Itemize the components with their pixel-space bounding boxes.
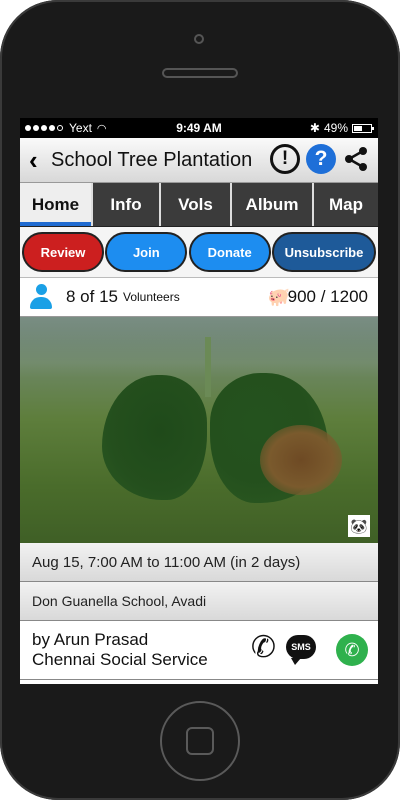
tab-home[interactable]: Home xyxy=(20,183,93,226)
donate-button[interactable]: Donate xyxy=(188,232,271,272)
action-bar: Review Join Donate Unsubscribe xyxy=(20,227,378,278)
forest-lung-left xyxy=(102,375,207,500)
tab-album[interactable]: Album xyxy=(232,183,314,226)
camera-icon xyxy=(194,34,204,44)
organizer-name: by Arun Prasad xyxy=(32,630,149,649)
person-icon xyxy=(28,284,54,310)
bluetooth-icon: ✱ xyxy=(309,121,320,135)
battery-percent: 49% xyxy=(323,121,348,135)
event-date: Aug 15, 7:00 AM to 11:00 AM (in 2 days) xyxy=(20,543,378,582)
speaker-grille xyxy=(162,68,238,78)
volunteers-row: 8 of 15 Volunteers 🐖 900 / 1200 xyxy=(20,278,378,317)
home-button[interactable] xyxy=(160,701,240,781)
event-location[interactable]: Don Guanella School, Avadi xyxy=(20,582,378,621)
volunteer-label: Volunteers xyxy=(123,290,180,304)
phone-frame: Yext ◠ 9:49 AM ✱ 49% ‹ School Tree Plant… xyxy=(0,0,400,800)
organizer-section: by Arun Prasad Chennai Social Service ✆ … xyxy=(20,621,378,680)
share-icon[interactable] xyxy=(342,145,370,173)
organization-name: Chennai Social Service xyxy=(32,650,208,669)
back-icon[interactable]: ‹ xyxy=(29,147,47,173)
status-bar: Yext ◠ 9:49 AM ✱ 49% xyxy=(20,118,378,138)
event-photo[interactable]: 🐼 xyxy=(20,317,378,543)
funds-progress: 900 / 1200 xyxy=(287,287,368,306)
tab-bar: Home Info Vols Album Map xyxy=(20,183,378,227)
alert-icon[interactable]: ! xyxy=(270,144,300,174)
tab-info[interactable]: Info xyxy=(93,183,161,226)
battery-icon xyxy=(352,123,374,133)
panda-logo-icon: 🐼 xyxy=(348,515,370,537)
tab-vols[interactable]: Vols xyxy=(161,183,232,226)
tab-map[interactable]: Map xyxy=(314,183,378,226)
piggy-bank-icon: 🐖 xyxy=(267,287,290,307)
app-screen: Yext ◠ 9:49 AM ✱ 49% ‹ School Tree Plant… xyxy=(20,118,378,684)
join-button[interactable]: Join xyxy=(105,232,188,272)
phone-icon[interactable]: ✆ xyxy=(251,633,276,663)
unsubscribe-button[interactable]: Unsubscribe xyxy=(271,232,376,272)
sms-icon[interactable]: SMS xyxy=(286,635,316,665)
app-header: ‹ School Tree Plantation ! ? xyxy=(20,138,378,183)
deforested-area xyxy=(260,425,342,495)
help-icon[interactable]: ? xyxy=(306,144,336,174)
page-title: School Tree Plantation xyxy=(51,148,253,171)
volunteer-count: 8 of 15 xyxy=(66,287,118,306)
review-button[interactable]: Review xyxy=(22,232,104,272)
whatsapp-icon[interactable]: ✆ xyxy=(336,634,368,666)
